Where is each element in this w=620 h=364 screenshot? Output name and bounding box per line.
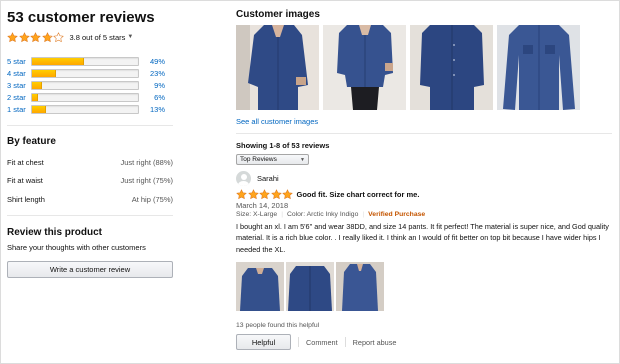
- star-icon: [18, 31, 30, 43]
- histogram-bar-fill: [32, 106, 46, 114]
- histogram-bar[interactable]: [31, 56, 139, 66]
- review-size: Size: X-Large: [236, 211, 278, 218]
- histogram-bar-fill: [32, 81, 42, 89]
- helpful-count: 13 people found this helpful: [236, 322, 320, 330]
- review-meta: Size: X-Large | Color: Arctic Inky Indig…: [236, 211, 614, 218]
- feature-value: At hip (75%): [131, 194, 173, 204]
- histogram-bar[interactable]: [31, 68, 139, 78]
- histogram-bar[interactable]: [31, 105, 139, 115]
- feature-list: Fit at chest Just right (88%) Fit at waist…: [7, 153, 177, 209]
- histogram-row[interactable]: 4 star 23%: [7, 67, 177, 79]
- rating-histogram: 5 star 49% 4 star 23% 3 star 9% 2 star 6% 1 star…: [7, 55, 177, 116]
- average-rating[interactable]: 3.8 out of 5 stars ▼: [7, 30, 177, 44]
- feature-name: Fit at chest: [7, 157, 44, 167]
- feature-name: Fit at waist: [7, 176, 43, 186]
- customer-image[interactable]: [497, 25, 580, 110]
- star-icon: [236, 189, 247, 200]
- star-icon: [247, 189, 259, 200]
- star-icon: [41, 31, 53, 43]
- star-icon: [270, 189, 282, 200]
- histogram-row[interactable]: 2 star 6%: [7, 92, 177, 104]
- review-image[interactable]: [336, 262, 384, 312]
- review-title[interactable]: Good fit. Size chart correct for me.: [297, 190, 420, 199]
- star-icon: [282, 189, 293, 200]
- showing-reviews-count: Showing 1-8 of 53 reviews: [236, 141, 330, 150]
- feature-name: Shirt length: [7, 194, 45, 204]
- customer-image[interactable]: [323, 25, 406, 110]
- review-body: I bought an xl. I am 5'6" and wear 38DD,…: [236, 222, 609, 254]
- histogram-star-label[interactable]: 3 star: [7, 81, 31, 90]
- separator: |: [281, 211, 283, 218]
- review-image[interactable]: [286, 262, 334, 312]
- reviews-count-heading: 53 customer reviews: [7, 9, 155, 26]
- histogram-star-label[interactable]: 5 star: [7, 57, 31, 66]
- separator: |: [362, 211, 365, 218]
- avatar-icon: [236, 170, 251, 186]
- reviews-summary-column: 53 customer reviews 3.8 out of 5 stars ▼…: [7, 9, 177, 279]
- star-icon: [7, 31, 18, 43]
- report-abuse-link[interactable]: Report abuse: [353, 338, 397, 347]
- average-rating-stars: [7, 31, 65, 43]
- sort-selected-value: Top Reviews: [240, 156, 277, 163]
- customer-image[interactable]: [410, 25, 493, 110]
- sort-reviews-select[interactable]: Top Reviews ▼: [236, 154, 309, 165]
- customer-images-heading: Customer images: [236, 9, 320, 20]
- review-rating-stars[interactable]: [236, 189, 294, 200]
- histogram-bar-fill: [32, 69, 57, 77]
- star-icon: [30, 31, 41, 43]
- feature-row: Shirt length At hip (75%): [7, 190, 173, 209]
- chevron-down-icon: ▼: [127, 34, 134, 40]
- star-icon: [53, 31, 64, 43]
- review-color: Color: Arctic Inky Indigo: [286, 211, 359, 218]
- see-all-customer-images-link[interactable]: See all customer images: [236, 117, 614, 126]
- by-feature-heading: By feature: [7, 135, 56, 147]
- review-author-name: Sarahi: [257, 173, 279, 183]
- review-author[interactable]: Sarahi: [236, 170, 614, 186]
- divider: [7, 215, 173, 217]
- feature-value: Just right (75%): [120, 176, 173, 186]
- review-image[interactable]: [236, 262, 284, 312]
- verified-purchase-badge: Verified Purchase: [368, 211, 426, 218]
- reviews-main-column: Customer images See all customer images …: [236, 9, 614, 351]
- feature-value: Just right (88%): [120, 157, 173, 167]
- histogram-percent[interactable]: 49%: [143, 57, 165, 66]
- separator: [298, 337, 299, 348]
- histogram-percent[interactable]: 6%: [143, 93, 165, 102]
- review-actions: Helpful Comment Report abuse: [236, 334, 614, 351]
- histogram-row[interactable]: 5 star 49%: [7, 55, 177, 67]
- write-review-button[interactable]: Write a customer review: [7, 261, 173, 279]
- review-images: [236, 262, 614, 312]
- feature-row: Fit at chest Just right (88%): [7, 153, 173, 172]
- review-product-heading: Review this product: [7, 227, 103, 239]
- divider: [7, 124, 173, 126]
- histogram-row[interactable]: 3 star 9%: [7, 79, 177, 91]
- average-rating-text: 3.8 out of 5 stars: [69, 32, 126, 42]
- review-product-subtitle: Share your thoughts with other customers: [7, 243, 146, 253]
- chevron-down-icon: ▼: [300, 156, 305, 163]
- histogram-percent[interactable]: 9%: [143, 81, 165, 90]
- histogram-bar-fill: [32, 94, 39, 102]
- helpful-button[interactable]: Helpful: [236, 334, 291, 351]
- feature-row: Fit at waist Just right (75%): [7, 171, 173, 190]
- star-icon: [259, 189, 270, 200]
- histogram-star-label[interactable]: 2 star: [7, 93, 31, 102]
- histogram-bar-fill: [32, 57, 84, 65]
- divider: [236, 133, 612, 134]
- review-date: March 14, 2018: [236, 201, 289, 210]
- customer-image[interactable]: [236, 25, 319, 110]
- customer-images-row: [236, 25, 614, 110]
- separator: [344, 337, 346, 348]
- histogram-row[interactable]: 1 star 13%: [7, 104, 177, 116]
- review-header: Good fit. Size chart correct for me.: [236, 189, 614, 200]
- comment-link[interactable]: Comment: [306, 338, 338, 347]
- histogram-percent[interactable]: 23%: [143, 69, 165, 78]
- histogram-bar[interactable]: [31, 93, 139, 103]
- histogram-percent[interactable]: 13%: [143, 105, 165, 114]
- histogram-bar[interactable]: [31, 80, 139, 90]
- histogram-star-label[interactable]: 4 star: [7, 69, 31, 78]
- histogram-star-label[interactable]: 1 star: [7, 105, 31, 114]
